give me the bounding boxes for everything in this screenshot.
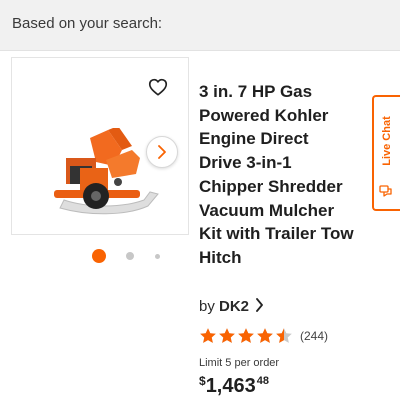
rating-stars <box>199 327 294 350</box>
product-price: $1,46348 <box>199 374 269 398</box>
star-icon <box>257 328 273 343</box>
results-header: Based on your search: <box>0 0 400 51</box>
results-header-label: Based on your search: <box>12 15 163 32</box>
carousel-dot-active[interactable] <box>92 249 106 263</box>
next-image-button[interactable] <box>146 136 178 168</box>
chevron-right-icon <box>158 145 166 159</box>
star-icon <box>219 328 235 343</box>
brand-link[interactable]: by DK2 <box>199 298 264 315</box>
price-cents: 48 <box>256 375 269 387</box>
product-title[interactable]: 3 in. 7 HP Gas Powered Kohler Engine Dir… <box>199 80 377 270</box>
brand-prefix: by <box>199 298 215 315</box>
favorite-button[interactable] <box>147 76 171 100</box>
price-whole: 1,463 <box>205 375 256 397</box>
price-currency: $ <box>199 374 206 388</box>
live-chat-label: Live Chat <box>381 116 393 166</box>
carousel-dot[interactable] <box>155 254 160 259</box>
star-icon <box>276 328 292 343</box>
review-count[interactable]: (244) <box>300 329 328 343</box>
image-carousel-dots <box>90 248 170 268</box>
star-icon <box>200 328 216 343</box>
live-chat-button[interactable]: Live Chat <box>372 95 400 211</box>
brand-name: DK2 <box>219 298 250 315</box>
chevron-right-icon <box>256 298 264 312</box>
chat-icon <box>379 185 392 197</box>
order-limit: Limit 5 per order <box>199 357 280 369</box>
carousel-dot[interactable] <box>126 252 134 260</box>
star-icon <box>238 328 254 343</box>
heart-icon <box>148 78 168 96</box>
product-image-card[interactable] <box>11 57 189 235</box>
